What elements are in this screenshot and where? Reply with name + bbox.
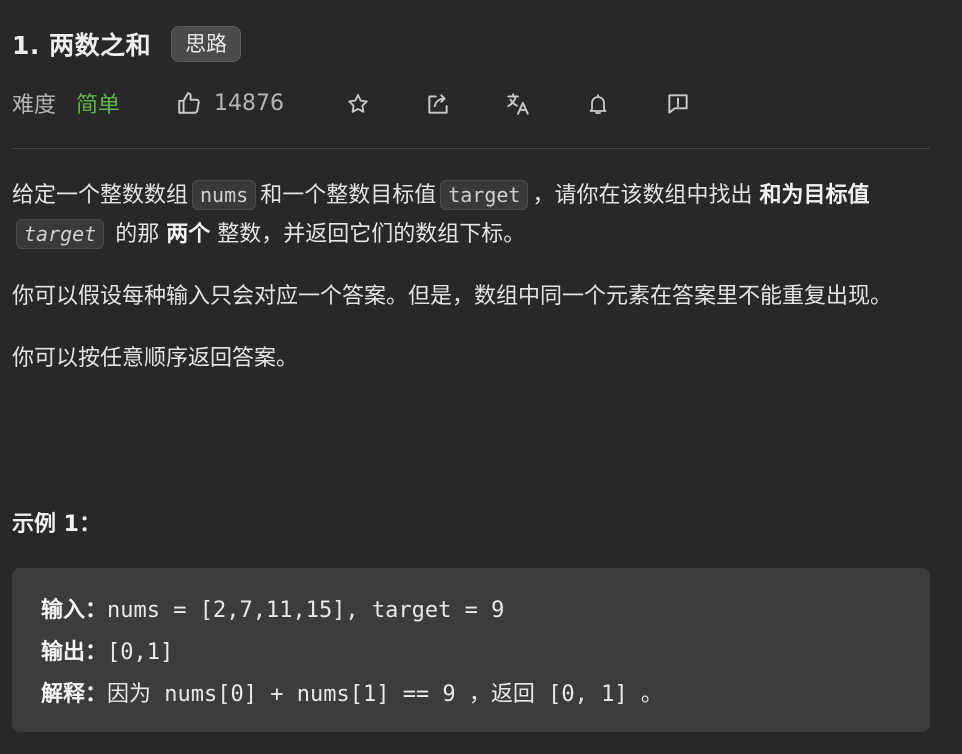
- feedback-button[interactable]: [664, 90, 692, 118]
- output-label: 输出：: [41, 640, 108, 665]
- inline-code-nums: nums: [192, 180, 257, 210]
- description-paragraph: 给定一个整数数组 nums 和一个整数目标值 target ，请你在该数组中找出 和为目…: [12, 176, 930, 254]
- bold-text: 和为目标值: [759, 183, 870, 208]
- output-value: [0,1]: [107, 640, 174, 665]
- divider: [12, 148, 930, 149]
- star-button[interactable]: [344, 90, 372, 118]
- description-paragraph: 你可以假设每种输入只会对应一个答案。但是，数组中同一个元素在答案里不能重复出现。: [12, 284, 893, 309]
- text-span: 整数，并返回它们的数组下标。: [217, 222, 526, 247]
- translate-button[interactable]: [504, 90, 532, 118]
- explain-because: 因为: [107, 682, 152, 707]
- share-icon: [428, 94, 448, 114]
- share-button[interactable]: [424, 90, 452, 118]
- text-span: ，请你在该数组中找出: [532, 183, 753, 208]
- example-title: 示例 1：: [12, 512, 101, 537]
- inline-code-target: target: [440, 180, 529, 210]
- problem-description: 给定一个整数数组 nums 和一个整数目标值 target ，请你在该数组中找出 和为目…: [12, 176, 930, 402]
- example-input-line: 输入：nums = [2,7,11,15], target = 9: [41, 592, 504, 624]
- explain-label: 解释：: [41, 682, 108, 707]
- input-label: 输入：: [41, 598, 108, 623]
- star-icon: [348, 94, 368, 113]
- like-button[interactable]: 14876: [176, 90, 284, 116]
- title-row: 1. 两数之和 思路: [12, 26, 242, 62]
- inline-code-target: target: [16, 219, 105, 249]
- text-span: 和一个整数目标值: [260, 183, 437, 208]
- problem-title: 1. 两数之和: [12, 31, 152, 60]
- hint-badge-button[interactable]: 思路: [171, 26, 242, 62]
- difficulty-label: 难度: [12, 93, 57, 118]
- bell-icon: [589, 94, 607, 114]
- example-explain-line: 解释：因为 nums[0] + nums[1] == 9 ，返回 [0, 1] …: [41, 676, 663, 708]
- difficulty-value: 简单: [76, 93, 121, 118]
- text-span: 给定一个整数数组: [12, 183, 189, 208]
- feedback-icon: [668, 94, 688, 114]
- notification-button[interactable]: [584, 90, 612, 118]
- likes-count: 14876: [214, 90, 284, 116]
- bold-text: 两个: [166, 222, 211, 247]
- description-paragraph: 你可以按任意顺序返回答案。: [12, 346, 299, 371]
- translate-icon: [507, 93, 529, 115]
- explain-result: [0, 1] 。: [534, 682, 663, 707]
- example-code-block: 输入：nums = [2,7,11,15], target = 9 输出：[0,…: [12, 568, 930, 732]
- example-output-line: 输出：[0,1]: [41, 634, 173, 666]
- thumbs-up-icon: [178, 92, 200, 114]
- meta-row: 难度 简单 14876: [12, 88, 930, 118]
- explain-expr: nums[0] + nums[1] == 9 ，: [151, 682, 491, 707]
- input-value: nums = [2,7,11,15], target = 9: [107, 598, 505, 623]
- text-span: 的那: [115, 222, 160, 247]
- explain-return: 返回: [490, 682, 535, 707]
